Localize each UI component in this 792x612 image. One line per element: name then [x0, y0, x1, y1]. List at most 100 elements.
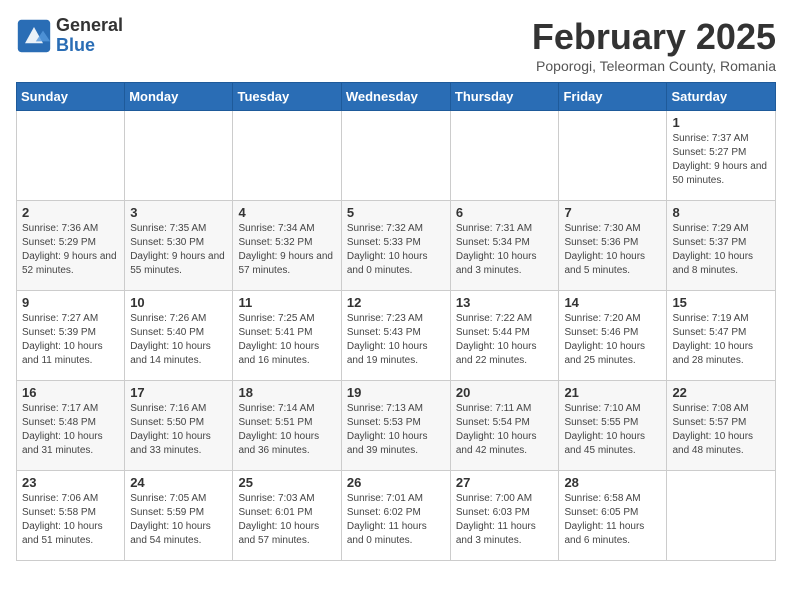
- calendar-week-row: 16 Sunrise: 7:17 AM Sunset: 5:48 PM Dayli…: [17, 381, 776, 471]
- day-header-sunday: Sunday: [17, 83, 125, 111]
- day-info: Sunrise: 7:23 AM Sunset: 5:43 PM Dayligh…: [347, 312, 445, 368]
- calendar-cell: [17, 111, 125, 201]
- day-number: 24: [130, 475, 227, 490]
- day-info: Sunrise: 7:00 AM Sunset: 6:03 PM Dayligh…: [456, 492, 554, 548]
- logo: General Blue: [16, 16, 123, 56]
- calendar-week-row: 2Sunrise: 7:36 AM Sunset: 5:29 PM Daylig…: [17, 201, 776, 291]
- day-number: 22: [672, 385, 770, 400]
- calendar-cell: 3Sunrise: 7:35 AM Sunset: 5:30 PM Daylig…: [125, 201, 233, 291]
- day-header-thursday: Thursday: [450, 83, 559, 111]
- day-info: Sunrise: 7:13 AM Sunset: 5:53 PM Dayligh…: [347, 402, 445, 458]
- day-info: Sunrise: 7:27 AM Sunset: 5:39 PM Dayligh…: [22, 312, 119, 368]
- day-number: 10: [130, 295, 227, 310]
- day-info: Sunrise: 7:30 AM Sunset: 5:36 PM Dayligh…: [564, 222, 661, 278]
- calendar-cell: 5Sunrise: 7:32 AM Sunset: 5:33 PM Daylig…: [341, 201, 450, 291]
- day-header-monday: Monday: [125, 83, 233, 111]
- day-info: Sunrise: 7:16 AM Sunset: 5:50 PM Dayligh…: [130, 402, 227, 458]
- day-info: Sunrise: 7:05 AM Sunset: 5:59 PM Dayligh…: [130, 492, 227, 548]
- day-info: Sunrise: 7:14 AM Sunset: 5:51 PM Dayligh…: [238, 402, 335, 458]
- calendar-cell: 11Sunrise: 7:25 AM Sunset: 5:41 PM Dayli…: [233, 291, 341, 381]
- day-info: Sunrise: 7:37 AM Sunset: 5:27 PM Dayligh…: [672, 132, 770, 188]
- day-header-tuesday: Tuesday: [233, 83, 341, 111]
- day-header-saturday: Saturday: [667, 83, 776, 111]
- location-subtitle: Poporogi, Teleorman County, Romania: [532, 58, 776, 74]
- day-info: Sunrise: 7:22 AM Sunset: 5:44 PM Dayligh…: [456, 312, 554, 368]
- calendar-cell: 7 Sunrise: 7:30 AM Sunset: 5:36 PM Daylig…: [559, 201, 667, 291]
- calendar-week-row: 1 Sunrise: 7:37 AM Sunset: 5:27 PM Daylig…: [17, 111, 776, 201]
- day-number: 23: [22, 475, 119, 490]
- day-number: 25: [238, 475, 335, 490]
- day-header-wednesday: Wednesday: [341, 83, 450, 111]
- logo-general-text: General: [56, 16, 123, 36]
- day-info: Sunrise: 7:01 AM Sunset: 6:02 PM Dayligh…: [347, 492, 445, 548]
- calendar-cell: 1 Sunrise: 7:37 AM Sunset: 5:27 PM Daylig…: [667, 111, 776, 201]
- calendar-cell: 8 Sunrise: 7:29 AM Sunset: 5:37 PM Daylig…: [667, 201, 776, 291]
- day-info: Sunrise: 7:34 AM Sunset: 5:32 PM Dayligh…: [238, 222, 335, 278]
- day-number: 6: [456, 205, 554, 220]
- day-number: 4: [238, 205, 335, 220]
- calendar-cell: 20 Sunrise: 7:11 AM Sunset: 5:54 PM Dayli…: [450, 381, 559, 471]
- day-info: Sunrise: 7:20 AM Sunset: 5:46 PM Dayligh…: [564, 312, 661, 368]
- day-number: 15: [672, 295, 770, 310]
- calendar-week-row: 9 Sunrise: 7:27 AM Sunset: 5:39 PM Daylig…: [17, 291, 776, 381]
- day-number: 1: [672, 115, 770, 130]
- calendar-cell: 10Sunrise: 7:26 AM Sunset: 5:40 PM Dayli…: [125, 291, 233, 381]
- logo-blue-text: Blue: [56, 36, 123, 56]
- day-info: Sunrise: 7:29 AM Sunset: 5:37 PM Dayligh…: [672, 222, 770, 278]
- logo-text: General Blue: [56, 16, 123, 56]
- calendar-cell: 21 Sunrise: 7:10 AM Sunset: 5:55 PM Dayli…: [559, 381, 667, 471]
- day-number: 20: [456, 385, 554, 400]
- logo-icon: [16, 18, 52, 54]
- header: General Blue February 2025 Poporogi, Tel…: [16, 16, 776, 74]
- calendar-header-row: SundayMondayTuesdayWednesdayThursdayFrid…: [17, 83, 776, 111]
- calendar-cell: 12 Sunrise: 7:23 AM Sunset: 5:43 PM Dayli…: [341, 291, 450, 381]
- calendar-cell: 4 Sunrise: 7:34 AM Sunset: 5:32 PM Daylig…: [233, 201, 341, 291]
- day-number: 28: [564, 475, 661, 490]
- calendar-cell: [450, 111, 559, 201]
- calendar-cell: 23 Sunrise: 7:06 AM Sunset: 5:58 PM Dayli…: [17, 471, 125, 561]
- calendar-cell: 22Sunrise: 7:08 AM Sunset: 5:57 PM Dayli…: [667, 381, 776, 471]
- day-info: Sunrise: 7:19 AM Sunset: 5:47 PM Dayligh…: [672, 312, 770, 368]
- day-number: 27: [456, 475, 554, 490]
- day-number: 2: [22, 205, 119, 220]
- calendar-cell: 2Sunrise: 7:36 AM Sunset: 5:29 PM Daylig…: [17, 201, 125, 291]
- calendar-cell: 6 Sunrise: 7:31 AM Sunset: 5:34 PM Daylig…: [450, 201, 559, 291]
- day-info: Sunrise: 7:10 AM Sunset: 5:55 PM Dayligh…: [564, 402, 661, 458]
- calendar-cell: 25 Sunrise: 7:03 AM Sunset: 6:01 PM Dayli…: [233, 471, 341, 561]
- day-info: Sunrise: 7:03 AM Sunset: 6:01 PM Dayligh…: [238, 492, 335, 548]
- calendar-cell: 26 Sunrise: 7:01 AM Sunset: 6:02 PM Dayli…: [341, 471, 450, 561]
- calendar-cell: 28 Sunrise: 6:58 AM Sunset: 6:05 PM Dayli…: [559, 471, 667, 561]
- day-info: Sunrise: 7:32 AM Sunset: 5:33 PM Dayligh…: [347, 222, 445, 278]
- calendar-cell: [125, 111, 233, 201]
- calendar-table: SundayMondayTuesdayWednesdayThursdayFrid…: [16, 82, 776, 561]
- day-info: Sunrise: 7:31 AM Sunset: 5:34 PM Dayligh…: [456, 222, 554, 278]
- calendar-cell: [341, 111, 450, 201]
- day-info: Sunrise: 7:17 AM Sunset: 5:48 PM Dayligh…: [22, 402, 119, 458]
- calendar-cell: 13Sunrise: 7:22 AM Sunset: 5:44 PM Dayli…: [450, 291, 559, 381]
- calendar-cell: [233, 111, 341, 201]
- day-number: 14: [564, 295, 661, 310]
- day-number: 19: [347, 385, 445, 400]
- calendar-cell: 14 Sunrise: 7:20 AM Sunset: 5:46 PM Dayli…: [559, 291, 667, 381]
- day-number: 3: [130, 205, 227, 220]
- day-number: 9: [22, 295, 119, 310]
- day-number: 21: [564, 385, 661, 400]
- day-header-friday: Friday: [559, 83, 667, 111]
- calendar-cell: 19 Sunrise: 7:13 AM Sunset: 5:53 PM Dayli…: [341, 381, 450, 471]
- calendar-cell: 16 Sunrise: 7:17 AM Sunset: 5:48 PM Dayli…: [17, 381, 125, 471]
- day-number: 8: [672, 205, 770, 220]
- day-number: 12: [347, 295, 445, 310]
- day-number: 26: [347, 475, 445, 490]
- calendar-cell: 18 Sunrise: 7:14 AM Sunset: 5:51 PM Dayli…: [233, 381, 341, 471]
- calendar-week-row: 23 Sunrise: 7:06 AM Sunset: 5:58 PM Dayli…: [17, 471, 776, 561]
- day-info: Sunrise: 7:11 AM Sunset: 5:54 PM Dayligh…: [456, 402, 554, 458]
- month-title: February 2025: [532, 16, 776, 58]
- day-number: 7: [564, 205, 661, 220]
- day-info: Sunrise: 6:58 AM Sunset: 6:05 PM Dayligh…: [564, 492, 661, 548]
- day-number: 18: [238, 385, 335, 400]
- day-number: 11: [238, 295, 335, 310]
- day-info: Sunrise: 7:06 AM Sunset: 5:58 PM Dayligh…: [22, 492, 119, 548]
- title-area: February 2025 Poporogi, Teleorman County…: [532, 16, 776, 74]
- calendar-cell: [559, 111, 667, 201]
- day-number: 16: [22, 385, 119, 400]
